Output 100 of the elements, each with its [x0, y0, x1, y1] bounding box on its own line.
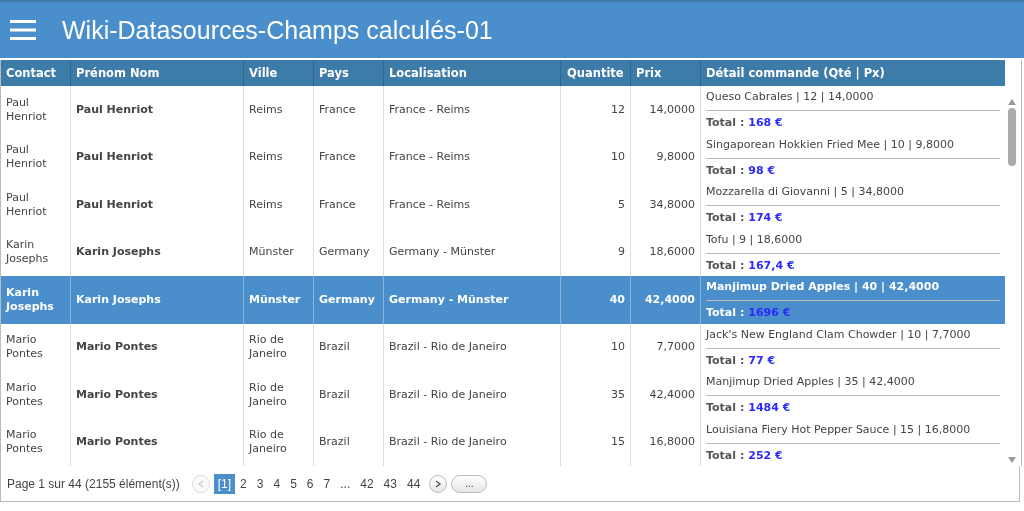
table-row[interactable]: Mario Pontes Mario Pontes Rio de Janeiro Brazil Brazil - Rio de Janeiro 15 16,8000 Louisiana Fiery Hot Pepper Sauce | 15 | 16,8000 Total : 252 €	[1, 418, 1005, 466]
table-cell-text: Mario Pontes	[6, 380, 44, 409]
table-cell: Brazil	[319, 387, 350, 402]
table-cell: 14,0000	[649, 102, 695, 117]
chevron-right-icon	[435, 479, 442, 488]
table-cell: Germany - Münster	[389, 245, 496, 260]
chevron-left-icon	[197, 479, 204, 488]
table-cell-text: Rio de Janeiro	[249, 380, 288, 409]
table-cell: 9	[618, 245, 625, 260]
table-cell-text: Mario Pontes	[6, 333, 44, 362]
page-link[interactable]: 42	[355, 473, 379, 494]
total-value: 1484 €	[748, 401, 791, 415]
page-summary: Page 1 sur 44 (2155 élément(s))	[7, 476, 180, 491]
table-cell: Münster	[249, 245, 294, 260]
menu-icon[interactable]	[10, 20, 36, 40]
table-cell: Germany - Münster	[389, 292, 509, 307]
total-value: 168 €	[748, 116, 783, 130]
table-cell: Paul Henriot	[76, 150, 154, 165]
scroll-down-icon[interactable]	[1007, 456, 1017, 464]
column-header[interactable]: Prénom Nom	[71, 60, 244, 86]
table-cell: 34,8000	[649, 197, 695, 212]
table-cell: 40	[609, 292, 625, 307]
table-cell: Brazil	[319, 435, 350, 450]
table-row[interactable]: Paul Henriot Paul Henriot Reims France France - Reims 10 9,8000 Singaporean Hokkien Fried Mee | 10 | 9,8000 Total : 98 €	[1, 133, 1005, 181]
table-cell: 18,6000	[649, 245, 695, 260]
order-detail: Manjimup Dried Apples | 35 | 42,4000	[706, 375, 916, 390]
table-cell: 42,4000	[644, 292, 695, 307]
table-cell: Brazil - Rio de Janeiro	[389, 340, 507, 355]
column-header[interactable]: Ville	[244, 60, 314, 86]
table-cell: Brazil	[319, 340, 350, 355]
page-link[interactable]: 2	[235, 473, 252, 494]
table-cell: Münster	[249, 292, 301, 307]
table-cell: France	[319, 102, 356, 117]
total-label: Total :	[706, 211, 745, 225]
total-label: Total :	[706, 353, 745, 368]
table-cell: France - Reims	[389, 150, 470, 165]
total-label: Total :	[706, 163, 745, 178]
total-value: 98 €	[748, 163, 776, 178]
table-cell: Germany	[319, 245, 370, 260]
order-detail: Manjimup Dried Apples | 40 | 42,4000	[706, 280, 941, 295]
order-detail: Mozzarella di Giovanni | 5 | 34,8000	[706, 185, 905, 200]
table-cell: France	[319, 150, 356, 165]
total-label: Total :	[706, 448, 745, 463]
table-cell: France - Reims	[389, 197, 470, 212]
table-cell: 15	[611, 435, 625, 450]
table-cell-text: Rio de Janeiro	[249, 333, 288, 362]
page-link[interactable]: 4	[268, 473, 286, 494]
table-cell: Germany	[319, 292, 375, 307]
table-cell: Mario Pontes	[76, 435, 158, 450]
table-row[interactable]: Paul Henriot Paul Henriot Reims France France - Reims 12 14,0000 Queso Cabrales | 12 | 14,0000 Total : 168 €	[1, 86, 1005, 134]
total-value: 167,4 €	[748, 258, 795, 273]
scroll-thumb[interactable]	[1008, 108, 1016, 166]
total-label: Total :	[706, 306, 745, 320]
table-cell: Brazil - Rio de Janeiro	[389, 387, 507, 402]
total-label: Total :	[706, 258, 745, 273]
total-label: Total :	[706, 401, 745, 415]
table-cell: 16,8000	[649, 435, 695, 450]
table-cell: Karin Josephs	[76, 245, 161, 260]
table-cell: 42,4000	[649, 387, 695, 402]
order-detail: Tofu | 9 | 18,6000	[706, 232, 804, 248]
table-cell: 7,7000	[656, 340, 695, 355]
page-link[interactable]: 7	[318, 473, 336, 494]
page-link[interactable]: 43	[378, 473, 402, 494]
total-value: 252 €	[748, 448, 783, 463]
table-cell: Paul Henriot	[76, 197, 154, 212]
table-cell: 5	[618, 197, 625, 212]
table-cell-text: Karin Josephs	[6, 285, 55, 314]
table-cell: Reims	[249, 102, 283, 117]
order-detail: Louisiana Fiery Hot Pepper Sauce | 15 | 16,8000	[706, 422, 972, 438]
table-cell-text: Mario Pontes	[6, 428, 44, 457]
table-cell-text: Karin Josephs	[6, 238, 50, 267]
table-cell: Mario Pontes	[76, 387, 158, 402]
total-value: 1696 €	[748, 306, 791, 320]
page-link[interactable]: 3	[251, 473, 269, 494]
total-value: 77 €	[748, 353, 776, 368]
total-label: Total :	[706, 116, 745, 130]
table-cell: Paul Henriot	[76, 102, 154, 117]
next-page-button[interactable]	[429, 474, 448, 493]
table-cell-text: Paul Henriot	[6, 95, 48, 124]
page-link[interactable]: ...	[335, 473, 356, 494]
more-button[interactable]: ...	[451, 474, 488, 493]
page-link[interactable]: 44	[401, 473, 426, 494]
order-detail: Singaporean Hokkien Fried Mee | 10 | 9,8000	[706, 137, 955, 153]
table-cell: 35	[611, 387, 625, 402]
total-value: 174 €	[748, 211, 783, 225]
column-header[interactable]: Pays	[314, 60, 384, 86]
column-header[interactable]: Quantite	[561, 60, 631, 86]
order-detail: Jack's New England Clam Chowder | 10 | 7,7000	[706, 327, 972, 343]
column-header[interactable]: Prix	[631, 60, 701, 86]
page-link[interactable]: 5	[285, 473, 302, 494]
column-header[interactable]: Détail commande (Qté | Px)	[701, 60, 1005, 86]
table-row[interactable]: Mario Pontes Mario Pontes Rio de Janeiro Brazil Brazil - Rio de Janeiro 35 42,4000 Manjimup Dried Apples | 35 | 42,4000 Total : 1484 €	[1, 371, 1005, 419]
table-row[interactable]: Paul Henriot Paul Henriot Reims France France - Reims 5 34,8000 Mozzarella di Giovanni | 5 | 34,8000 Total : 174 €	[1, 181, 1005, 229]
table-row[interactable]: Mario Pontes Mario Pontes Rio de Janeiro Brazil Brazil - Rio de Janeiro 10 7,7000 Jack's New England Clam Chowder | 10 | 7,7000 Total : 77 €	[1, 323, 1005, 371]
table-cell: Karin Josephs	[76, 292, 161, 307]
table-cell: France	[319, 197, 356, 212]
page-link[interactable]: 6	[301, 473, 319, 494]
column-header[interactable]: Localisation	[384, 60, 561, 86]
scroll-up-icon[interactable]	[1007, 98, 1017, 106]
column-header[interactable]: Contact	[1, 60, 71, 86]
